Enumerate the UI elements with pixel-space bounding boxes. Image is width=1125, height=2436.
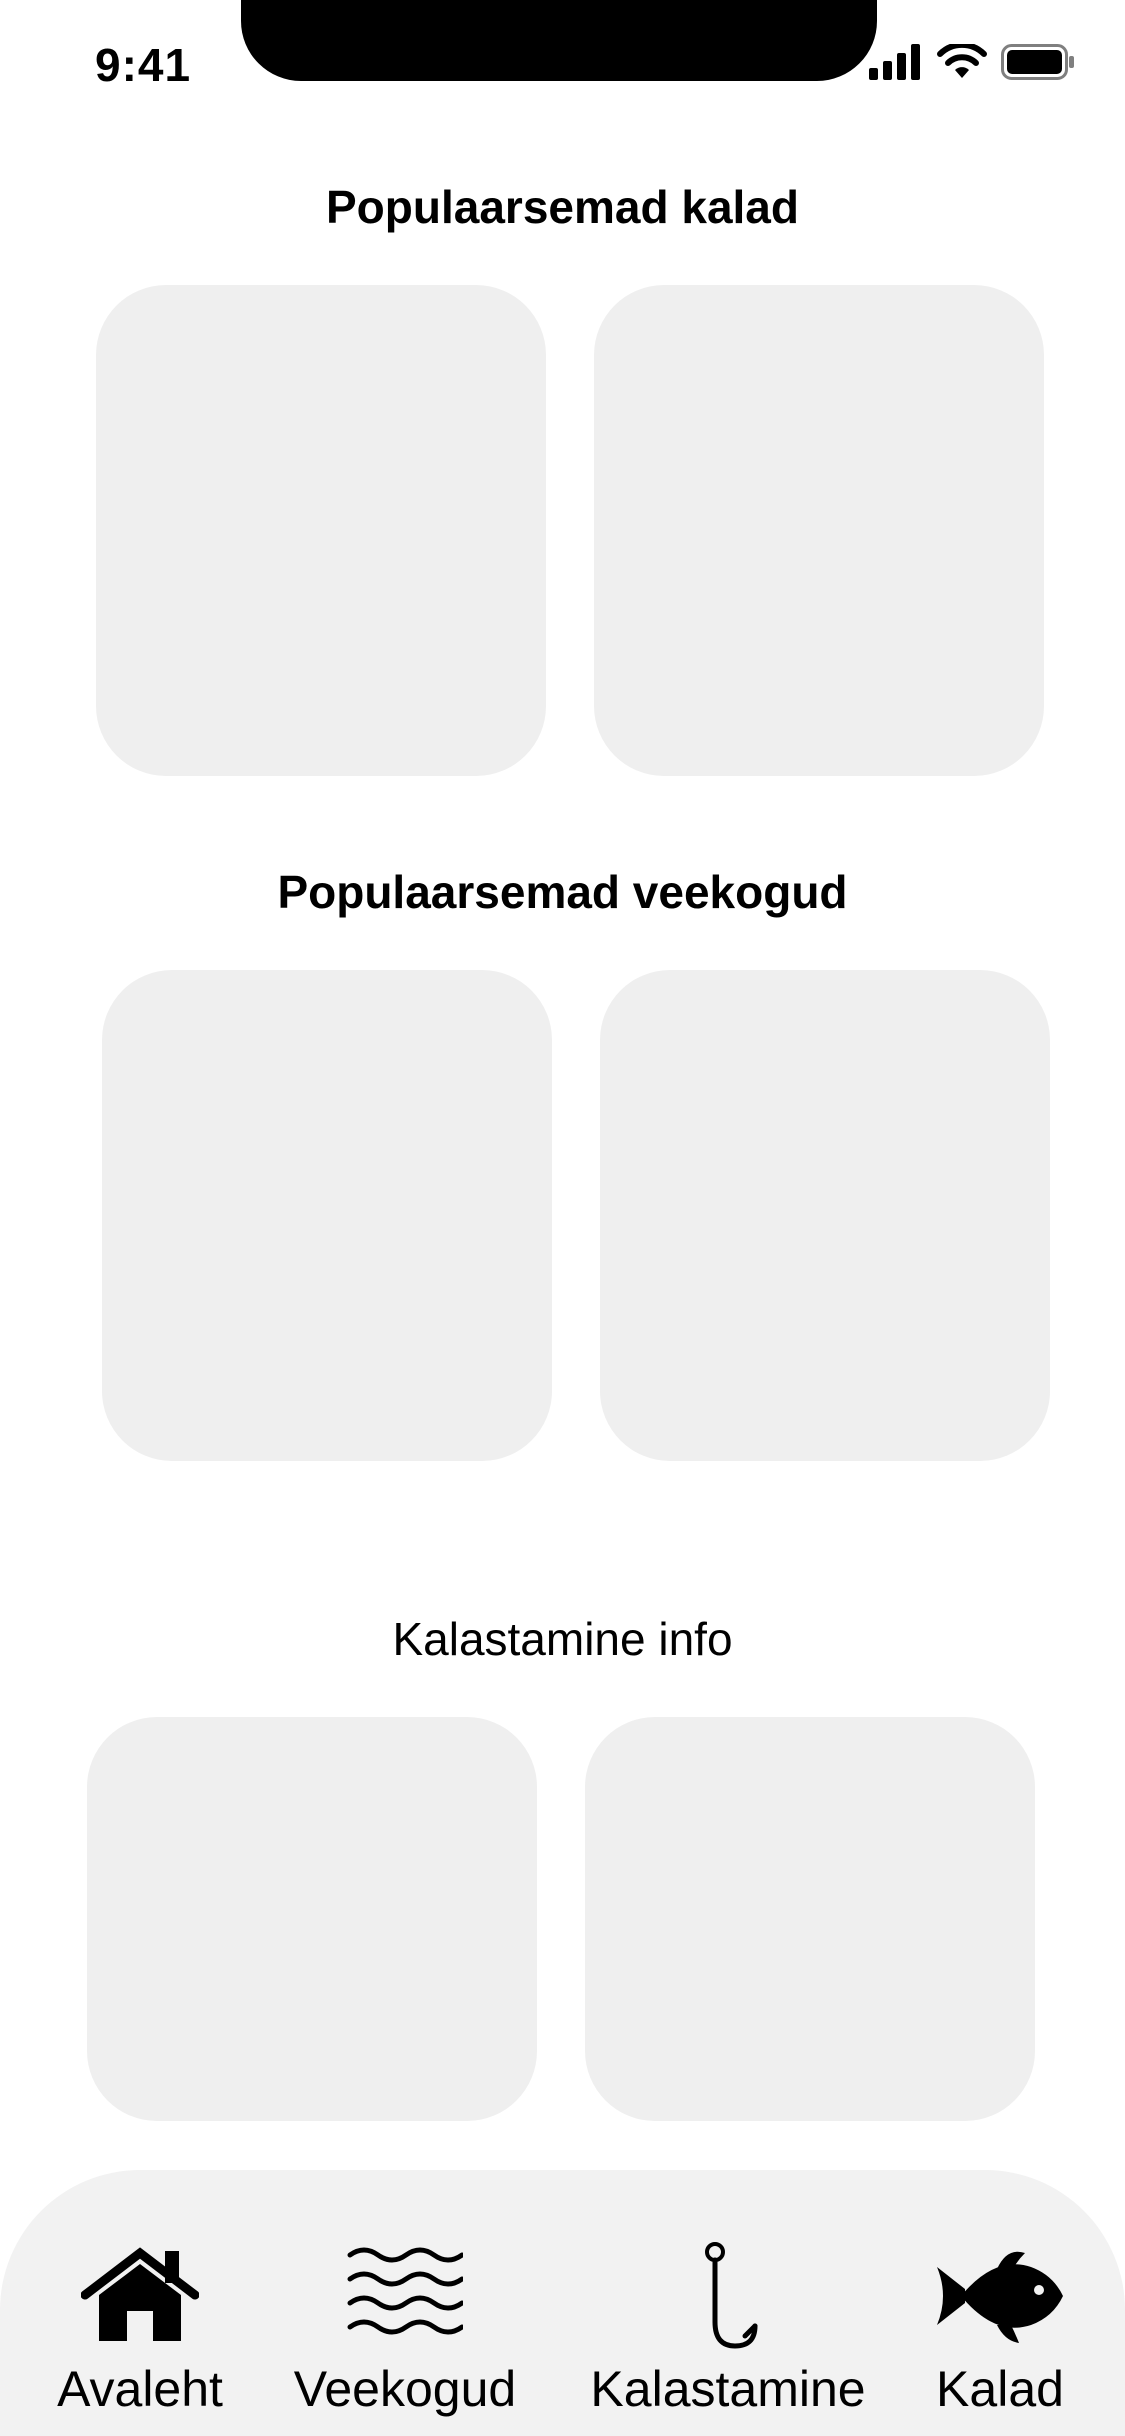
tab-label: Kalad: [936, 2361, 1064, 2417]
status-time: 9:41: [95, 39, 192, 91]
tab-home[interactable]: Avaleht: [40, 2170, 240, 2436]
bottom-tab-bar: Avaleht Veekogud Kalastamine Kalad: [0, 2170, 1125, 2436]
fishing-hook-icon: [693, 2242, 763, 2355]
house-icon: [80, 2245, 200, 2350]
tab-fishing[interactable]: Kalastamine: [588, 2170, 868, 2436]
section-title-popular-fish: Populaarsemad kalad: [326, 181, 799, 233]
tab-label: Veekogud: [293, 2361, 517, 2417]
section-title-fishing-info: Kalastamine info: [392, 1613, 733, 1665]
section-title-popular-waterbodies: Populaarsemad veekogud: [277, 866, 848, 918]
fishing-info-card[interactable]: [87, 1717, 537, 2121]
status-icons: [869, 41, 1075, 85]
tab-label: Kalastamine: [590, 2361, 866, 2417]
tab-fish[interactable]: Kalad: [900, 2170, 1100, 2436]
popular-fish-card[interactable]: [594, 285, 1044, 776]
tab-waterbodies[interactable]: Veekogud: [294, 2170, 516, 2436]
fishing-info-card[interactable]: [585, 1717, 1035, 2121]
battery-icon: [1001, 44, 1075, 85]
waves-icon: [347, 2245, 465, 2342]
tab-label: Avaleht: [57, 2361, 223, 2417]
popular-waterbody-card[interactable]: [600, 970, 1050, 1461]
fish-icon: [935, 2247, 1065, 2350]
wifi-icon: [937, 41, 987, 85]
device-notch: [241, 0, 877, 81]
popular-fish-card[interactable]: [96, 285, 546, 776]
signal-icon: [869, 44, 923, 85]
popular-waterbody-card[interactable]: [102, 970, 552, 1461]
